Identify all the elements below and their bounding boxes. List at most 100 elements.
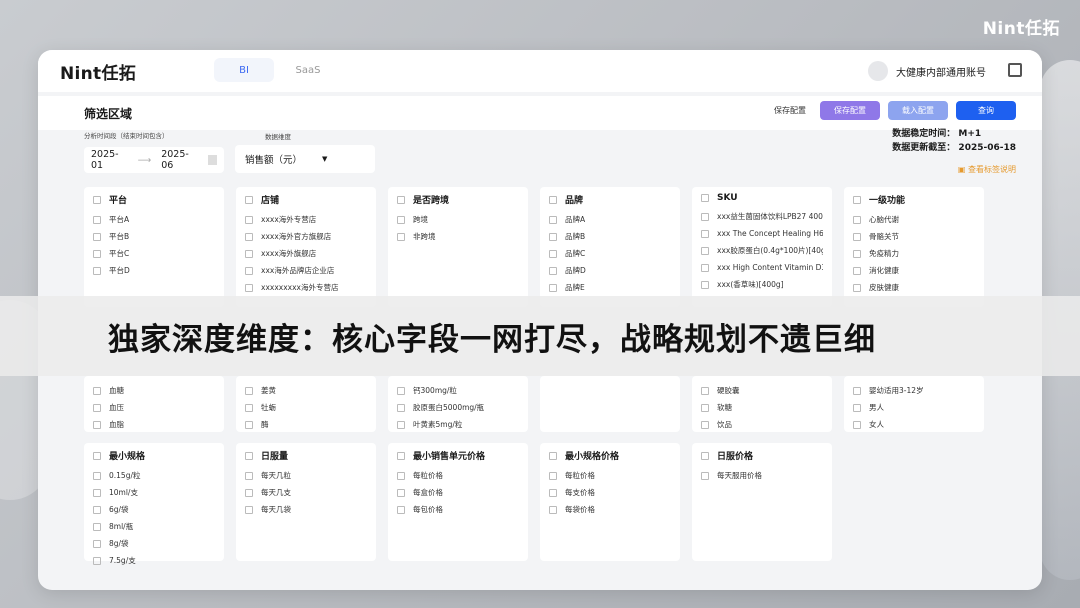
checkbox[interactable] bbox=[245, 451, 253, 460]
logout-icon[interactable] bbox=[1008, 63, 1022, 77]
option-item[interactable]: 血压 bbox=[93, 399, 215, 416]
option-item[interactable]: 每天几粒 bbox=[245, 467, 367, 484]
checkbox[interactable] bbox=[93, 266, 101, 275]
option-item[interactable]: 钙300mg/粒 bbox=[397, 382, 519, 399]
checkbox[interactable] bbox=[701, 403, 709, 412]
checkbox[interactable] bbox=[245, 232, 253, 241]
card-header[interactable]: SKU bbox=[701, 193, 823, 203]
option-item[interactable]: 牡蛎 bbox=[245, 399, 367, 416]
checkbox[interactable] bbox=[853, 420, 861, 429]
option-item[interactable]: 每支价格 bbox=[549, 484, 671, 501]
checkbox[interactable] bbox=[549, 266, 557, 275]
option-item[interactable]: 跨境 bbox=[397, 211, 519, 228]
option-item[interactable]: 平台C bbox=[93, 245, 215, 262]
checkbox[interactable] bbox=[245, 471, 253, 480]
checkbox[interactable] bbox=[549, 283, 557, 292]
checkbox[interactable] bbox=[93, 386, 101, 395]
checkbox[interactable] bbox=[397, 403, 405, 412]
option-item[interactable]: 胶原蛋白5000mg/瓶 bbox=[397, 399, 519, 416]
option-item[interactable]: 每袋价格 bbox=[549, 501, 671, 518]
checkbox[interactable] bbox=[701, 471, 709, 480]
checkbox[interactable] bbox=[93, 403, 101, 412]
checkbox[interactable] bbox=[245, 249, 253, 258]
checkbox[interactable] bbox=[853, 232, 861, 241]
card-header[interactable]: 品牌 bbox=[549, 193, 671, 206]
option-item[interactable]: 婴幼适用3-12岁 bbox=[853, 382, 975, 399]
option-item[interactable]: 软糖 bbox=[701, 399, 823, 416]
checkbox[interactable] bbox=[701, 420, 709, 429]
checkbox[interactable] bbox=[397, 215, 405, 224]
option-item[interactable]: 每粒价格 bbox=[397, 467, 519, 484]
card-header[interactable]: 最小规格价格 bbox=[549, 449, 671, 462]
checkbox[interactable] bbox=[93, 505, 101, 514]
checkbox[interactable] bbox=[93, 539, 101, 548]
checkbox[interactable] bbox=[245, 386, 253, 395]
option-item[interactable]: 6g/袋 bbox=[93, 501, 215, 518]
option-item[interactable]: 非跨境 bbox=[397, 228, 519, 245]
checkbox[interactable] bbox=[549, 249, 557, 258]
card-header[interactable]: 一级功能 bbox=[853, 193, 975, 206]
option-item[interactable]: 血糖 bbox=[93, 382, 215, 399]
option-item[interactable]: 血脂 bbox=[93, 416, 215, 433]
checkbox[interactable] bbox=[93, 451, 101, 460]
option-item[interactable]: 姜黄 bbox=[245, 382, 367, 399]
option-item[interactable]: xxx胶原蛋白(0.4g*100片)[40g] bbox=[701, 242, 823, 259]
checkbox[interactable] bbox=[245, 283, 253, 292]
checkbox[interactable] bbox=[549, 488, 557, 497]
card-header[interactable]: 平台 bbox=[93, 193, 215, 206]
option-item[interactable]: 8ml/瓶 bbox=[93, 518, 215, 535]
load-config-button[interactable]: 载入配置 bbox=[888, 101, 948, 120]
checkbox[interactable] bbox=[397, 488, 405, 497]
option-item[interactable]: xxx益生菌固体饮料LPB27 400 bbox=[701, 208, 823, 225]
tab-saas[interactable]: SaaS bbox=[278, 58, 338, 82]
checkbox[interactable] bbox=[549, 451, 557, 460]
dimension-select[interactable]: 销售额（元） ▼ bbox=[235, 145, 375, 173]
checkbox[interactable] bbox=[701, 246, 709, 255]
user-menu[interactable]: 大健康内部通用账号 bbox=[868, 61, 986, 81]
checkbox[interactable] bbox=[549, 215, 557, 224]
checkbox[interactable] bbox=[853, 249, 861, 258]
checkbox[interactable] bbox=[701, 451, 709, 460]
tab-bi[interactable]: BI bbox=[214, 58, 274, 82]
card-header[interactable]: 日服价格 bbox=[701, 449, 823, 462]
option-item[interactable]: 0.15g/粒 bbox=[93, 467, 215, 484]
checkbox[interactable] bbox=[549, 195, 557, 204]
checkbox[interactable] bbox=[93, 522, 101, 531]
checkbox[interactable] bbox=[853, 266, 861, 275]
option-item[interactable]: 品牌A bbox=[549, 211, 671, 228]
option-item[interactable]: 每天服用价格 bbox=[701, 467, 823, 484]
checkbox[interactable] bbox=[397, 232, 405, 241]
option-item[interactable]: 免疫精力 bbox=[853, 245, 975, 262]
tag-explain-link[interactable]: ▣ 查看标签说明 bbox=[958, 164, 1016, 175]
option-item[interactable]: 7.5g/支 bbox=[93, 552, 215, 569]
option-item[interactable]: 品牌B bbox=[549, 228, 671, 245]
option-item[interactable]: 8g/袋 bbox=[93, 535, 215, 552]
checkbox[interactable] bbox=[93, 556, 101, 565]
option-item[interactable]: 每天几支 bbox=[245, 484, 367, 501]
option-item[interactable]: 酶 bbox=[245, 416, 367, 433]
checkbox[interactable] bbox=[549, 471, 557, 480]
checkbox[interactable] bbox=[549, 232, 557, 241]
query-button[interactable]: 查询 bbox=[956, 101, 1016, 120]
card-header[interactable]: 最小销售单元价格 bbox=[397, 449, 519, 462]
option-item[interactable]: 骨骼关节 bbox=[853, 228, 975, 245]
card-header[interactable]: 是否跨境 bbox=[397, 193, 519, 206]
checkbox[interactable] bbox=[701, 263, 709, 272]
checkbox[interactable] bbox=[93, 215, 101, 224]
option-item[interactable]: xxx High Content Vitamin D3 5 bbox=[701, 259, 823, 276]
checkbox[interactable] bbox=[245, 488, 253, 497]
option-item[interactable]: 品牌E bbox=[549, 279, 671, 296]
save-config-link[interactable]: 保存配置 bbox=[774, 105, 806, 116]
card-header[interactable]: 日服量 bbox=[245, 449, 367, 462]
checkbox[interactable] bbox=[245, 505, 253, 514]
checkbox[interactable] bbox=[853, 283, 861, 292]
checkbox[interactable] bbox=[93, 488, 101, 497]
option-item[interactable]: xxxx海外专营店 bbox=[245, 211, 367, 228]
checkbox[interactable] bbox=[701, 194, 709, 202]
option-item[interactable]: 平台A bbox=[93, 211, 215, 228]
option-item[interactable]: 平台B bbox=[93, 228, 215, 245]
checkbox[interactable] bbox=[245, 195, 253, 204]
card-header[interactable]: 最小规格 bbox=[93, 449, 215, 462]
option-item[interactable]: 每天几袋 bbox=[245, 501, 367, 518]
card-header[interactable]: 店铺 bbox=[245, 193, 367, 206]
